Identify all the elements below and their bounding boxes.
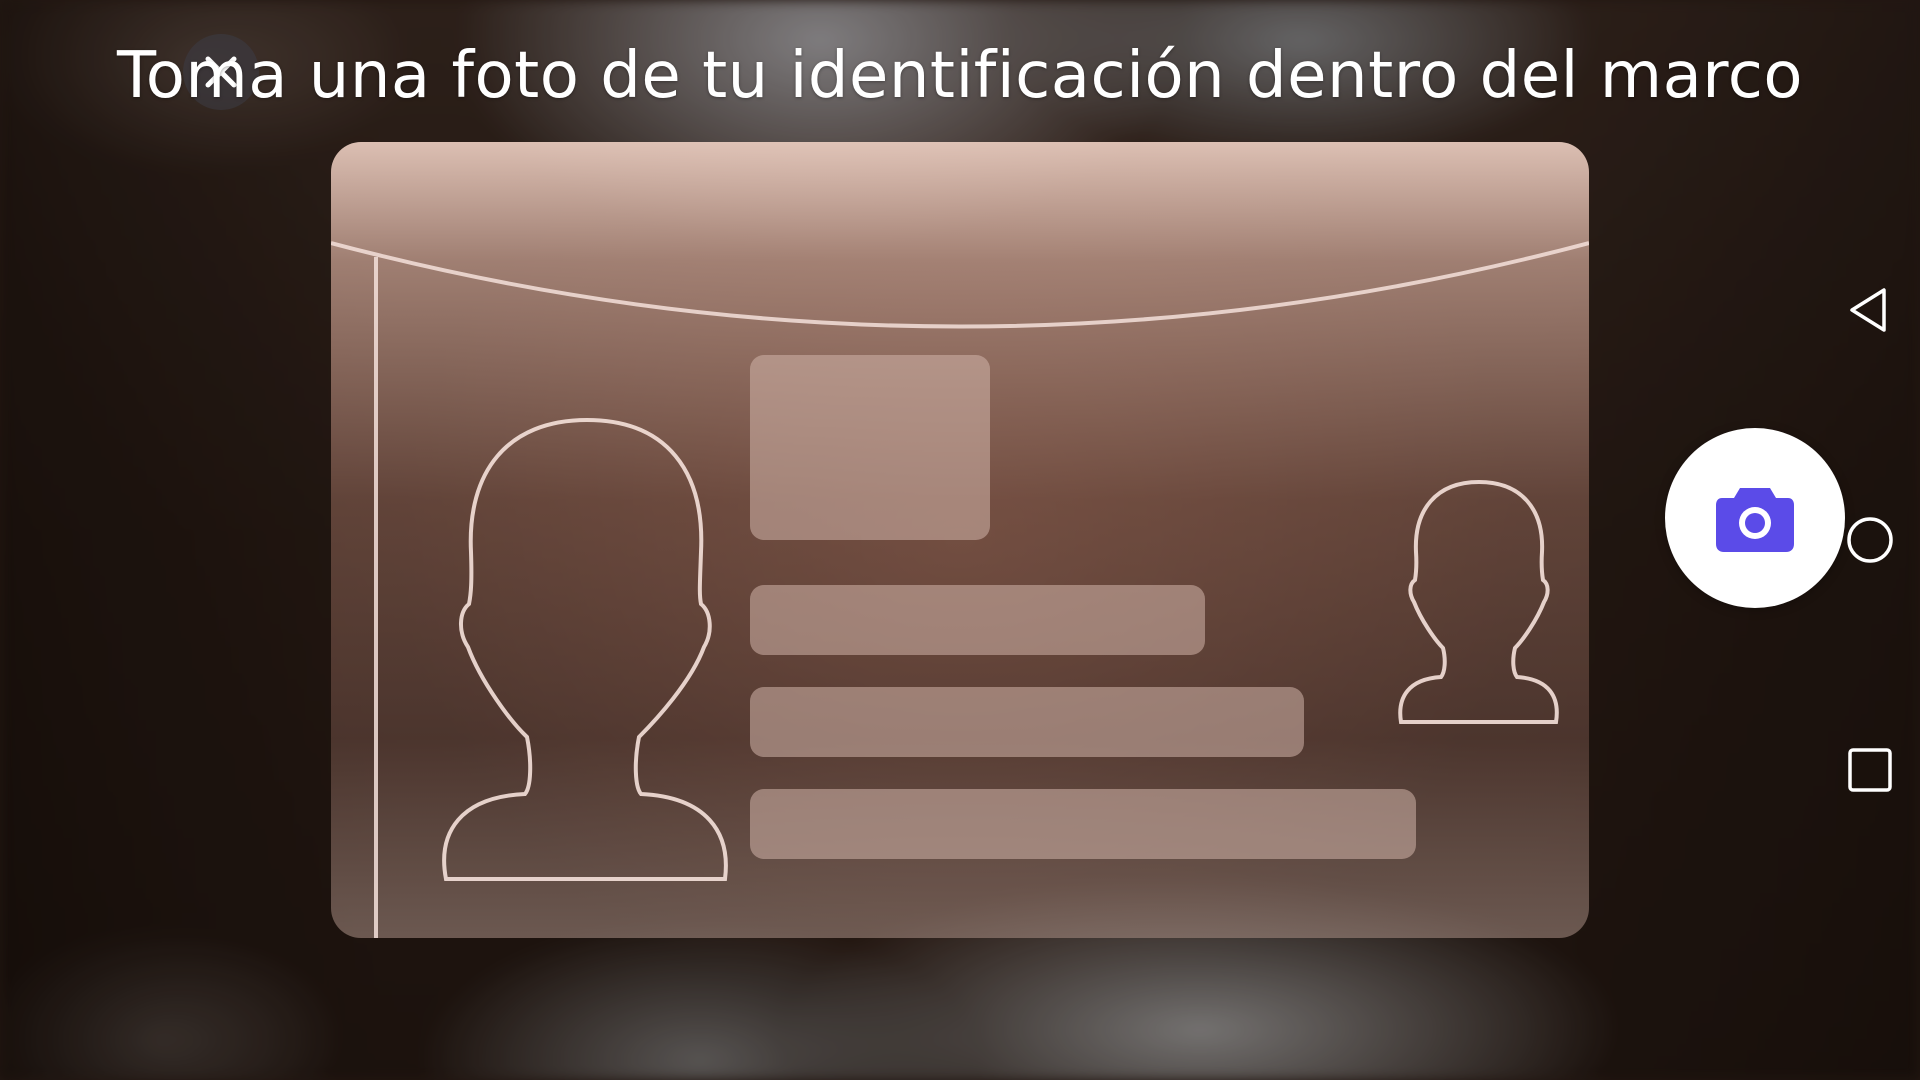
camera-capture-screen: Toma una foto de tu identificación dentr… — [0, 0, 1920, 1080]
placeholder-text-line — [750, 789, 1416, 859]
instruction-title: Toma una foto de tu identificación dentr… — [116, 39, 1804, 113]
nav-recents-button[interactable] — [1838, 738, 1902, 802]
id-card-frame — [331, 142, 1589, 938]
small-portrait-silhouette — [1398, 479, 1559, 724]
capture-button[interactable] — [1665, 428, 1845, 608]
placeholder-photo-box — [750, 355, 990, 540]
nav-back-icon — [1850, 288, 1886, 332]
card-header-curve — [331, 241, 1589, 329]
camera-icon — [1716, 488, 1794, 552]
nav-back-button[interactable] — [1838, 278, 1902, 342]
large-portrait-silhouette — [442, 417, 728, 881]
placeholder-text-line — [750, 687, 1304, 757]
nav-home-icon — [1847, 517, 1893, 563]
placeholder-text-line — [750, 585, 1205, 655]
system-navigation-bar — [1820, 0, 1920, 1080]
nav-home-button[interactable] — [1838, 508, 1902, 572]
nav-recents-icon — [1848, 748, 1892, 792]
